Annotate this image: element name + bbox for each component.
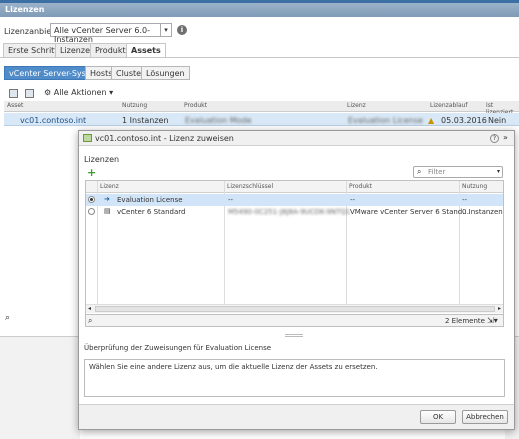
asset-expiry: 05.03.2016 [441,116,487,125]
license-product: VMware vCenter Server 6 Stand... [350,208,469,216]
tabs-divider [0,57,519,58]
provider-select[interactable]: Alle vCenter Server 6.0-Instanzen ▾ [50,23,172,44]
asset-product: Evaluation Mode [185,116,252,125]
search-icon: ⌕ [417,167,422,176]
subtab-solutions[interactable]: Lösungen [141,66,190,80]
license-usage: 0 Instanzen [462,208,503,216]
dialog-titlebar: vc01.contoso.int - Lizenz zuweisen [79,131,514,146]
license-key: -- [228,196,234,204]
col-product[interactable]: Produkt [349,183,372,190]
scroll-thumb[interactable] [95,306,495,312]
chevron-down-icon: ▾ [160,24,171,36]
dialog-title: vc01.contoso.int - Lizenz zuweisen [95,134,234,143]
window-title: Lizenzen [5,5,45,14]
ok-button[interactable]: OK [420,410,456,424]
binoculars-icon[interactable]: ⌕ [5,313,10,323]
cancel-button[interactable]: Abbrechen [462,410,508,424]
window-titlebar: Lizenzen [0,3,519,17]
license-radio[interactable] [88,208,95,215]
all-actions-menu[interactable]: ⚙ Alle Aktionen ▾ [44,88,113,97]
binoculars-icon[interactable]: ⌕ [88,316,92,326]
chevron-down-icon[interactable]: ▾ [497,168,500,175]
license-table-header [86,181,503,193]
evaluation-icon: ➜ [104,195,110,203]
add-license-icon[interactable]: + [87,166,96,179]
validation-text: Wählen Sie eine andere Lizenz aus, um di… [89,363,378,371]
scroll-left-icon[interactable]: ◂ [88,305,91,312]
col-product[interactable]: Produkt [184,102,207,109]
asset-license: Evaluation License [348,116,423,125]
license-key-icon: ▤ [104,207,111,215]
license-name: vCenter 6 Standard [117,208,186,216]
asset-usage: 1 Instanzen [122,116,169,125]
col-expiry[interactable]: Lizenzablauf [430,102,468,109]
item-count: 2 Elemente [445,317,485,325]
assign-license-icon[interactable] [9,89,18,98]
info-icon[interactable]: i [177,25,187,35]
export-icon[interactable]: ⇲▾ [487,316,498,325]
col-usage[interactable]: Nutzung [462,183,487,190]
splitter-handle[interactable] [285,334,303,337]
license-key: M5490-0C251-J8J8A-9UCDK-9NTQ1 [228,208,351,216]
asset-licensed: Nein [488,116,507,125]
tab-assets[interactable]: Assets [126,43,166,57]
validation-title: Überprüfung der Zuweisungen für Evaluati… [84,344,272,352]
filter-input[interactable]: ⌕ Filter ▾ [413,166,503,178]
export-icon[interactable] [25,89,34,98]
horizontal-scrollbar[interactable]: ◂ ▸ [86,304,503,313]
asset-name[interactable]: vc01.contoso.int [20,116,86,125]
scroll-right-icon[interactable]: ▸ [498,305,501,312]
col-license[interactable]: Lizenz [347,102,366,109]
license-product: -- [350,196,356,204]
vcenter-icon [83,134,92,142]
license-radio[interactable] [88,196,95,203]
help-icon[interactable]: ? [490,134,499,143]
col-license-key[interactable]: Lizenzschlüssel [227,183,273,190]
warning-icon: ▲ [428,116,435,125]
expand-icon[interactable]: » [503,133,508,142]
license-name: Evaluation License [117,196,183,204]
col-asset[interactable]: Asset [7,102,23,109]
provider-value: Alle vCenter Server 6.0-Instanzen [54,26,150,44]
section-title: Lizenzen [84,155,120,164]
filter-placeholder: Filter [428,168,446,176]
col-license[interactable]: Lizenz [100,183,119,190]
table-footer [85,315,504,327]
all-actions-label: Alle Aktionen [53,88,107,97]
license-usage: -- [462,196,468,204]
validation-box: Wählen Sie eine andere Lizenz aus, um di… [84,359,505,397]
background-panel-left [0,336,80,439]
col-usage[interactable]: Nutzung [122,102,147,109]
